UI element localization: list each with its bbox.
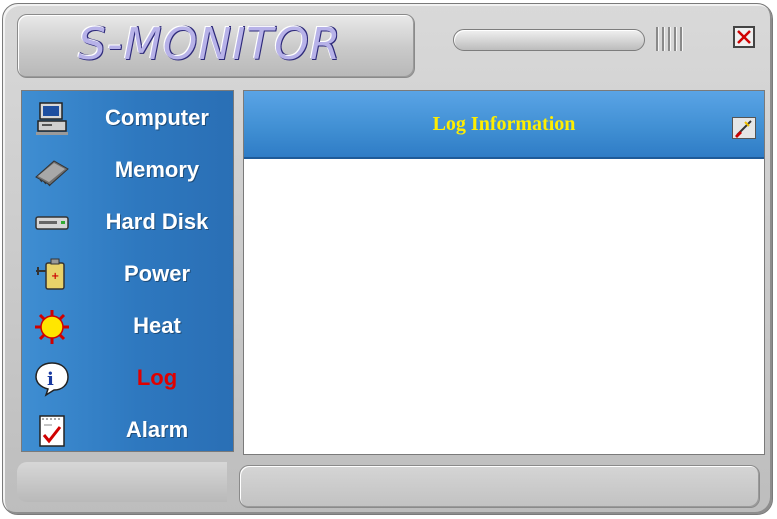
svg-text:i: i — [47, 369, 54, 390]
app-title: S-MONITOR — [78, 19, 342, 70]
log-panel: Log Information — [243, 90, 765, 455]
sidebar-item-label: Power — [123, 261, 191, 286]
clear-log-button[interactable] — [732, 117, 756, 139]
panel-header: Log Information — [244, 91, 764, 159]
info-icon: i — [35, 362, 69, 397]
log-text-area[interactable] — [244, 159, 764, 454]
sidebar-item-memory[interactable]: Memory — [22, 147, 235, 199]
sidebar-item-hard-disk[interactable]: Hard Disk — [22, 199, 235, 251]
power-icon: + — [36, 258, 65, 290]
memory-icon — [35, 160, 69, 187]
sidebar-item-alarm[interactable]: Alarm — [22, 407, 235, 459]
close-button[interactable] — [733, 26, 755, 48]
panel-title: Log Information — [432, 113, 576, 135]
sidebar-item-label: Log — [136, 365, 178, 390]
sidebar-item-label: Heat — [133, 313, 181, 338]
app-window: S-MONITOR Computer Memory Hard Disk + Po… — [2, 3, 773, 515]
computer-icon — [36, 102, 68, 135]
close-icon — [737, 30, 751, 44]
hard-disk-icon — [35, 216, 69, 230]
sidebar: Computer Memory Hard Disk + Power Heat i… — [21, 90, 234, 452]
alarm-icon — [39, 415, 65, 447]
heat-icon — [35, 310, 69, 344]
sidebar-item-label: Memory — [114, 157, 200, 182]
title-bar[interactable]: S-MONITOR — [17, 14, 415, 78]
sidebar-item-label: Alarm — [125, 417, 189, 442]
drag-grip-icon[interactable] — [654, 27, 690, 51]
sidebar-item-log[interactable]: i Log — [22, 355, 235, 407]
sidebar-item-label: Computer — [105, 105, 209, 130]
sidebar-item-label: Hard Disk — [105, 209, 209, 234]
clear-log-icon — [735, 120, 752, 138]
status-bar — [239, 465, 760, 508]
sidebar-item-computer[interactable]: Computer — [22, 95, 235, 147]
svg-text:+: + — [51, 271, 59, 282]
status-bar-left — [17, 462, 227, 502]
sidebar-item-heat[interactable]: Heat — [22, 303, 235, 355]
title-slider[interactable] — [453, 29, 645, 51]
sidebar-item-power[interactable]: + Power — [22, 251, 235, 303]
